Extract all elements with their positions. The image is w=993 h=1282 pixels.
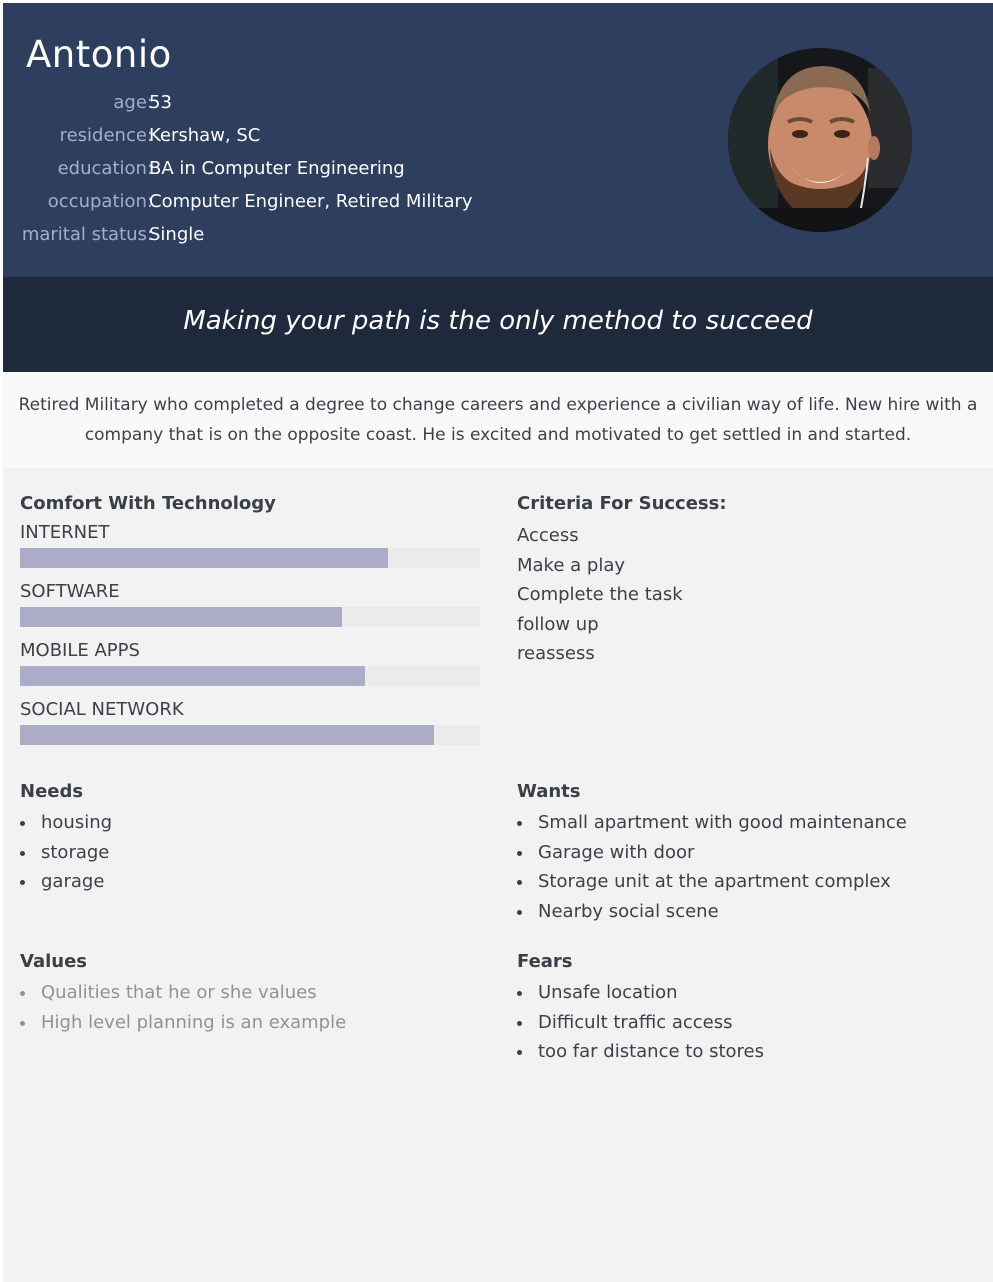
list-item: Complete the task xyxy=(517,584,683,605)
list-item-text: too far distance to stores xyxy=(538,1041,764,1062)
persona-name: Antonio xyxy=(26,33,172,76)
list-item: Qualities that he or she values xyxy=(20,978,346,1008)
avatar xyxy=(728,48,912,232)
criteria-list: Access Make a play Complete the task fol… xyxy=(517,521,683,669)
fact-label: marital status: xyxy=(21,224,153,245)
bullet-icon xyxy=(517,821,522,826)
list-item-text: Difficult traffic access xyxy=(538,1011,733,1033)
profile-photo-icon xyxy=(728,48,912,232)
values-list: Qualities that he or she values High lev… xyxy=(20,978,346,1037)
tech-label-mobile-apps: MOBILE APPS xyxy=(20,640,140,661)
list-item-text: Garage with door xyxy=(538,841,695,863)
bullet-icon xyxy=(517,909,522,915)
bio-section: Retired Military who completed a degree … xyxy=(3,372,993,468)
list-item: housing xyxy=(20,808,112,838)
list-item: follow up xyxy=(517,613,599,635)
tech-label-internet: INTERNET xyxy=(20,522,110,543)
wants-list: Small apartment with good maintenance Ga… xyxy=(517,808,907,926)
criteria-title: Criteria For Success: xyxy=(517,493,727,514)
bio-text: Retired Military who completed a degree … xyxy=(18,395,978,445)
persona-page: Antonio age: 53 residence: Kershaw, SC e… xyxy=(3,3,993,1282)
list-item: Storage unit at the apartment complex xyxy=(517,867,907,897)
needs-title: Needs xyxy=(20,781,84,802)
fact-age: age: 53 xyxy=(3,91,703,124)
fears-title: Fears xyxy=(517,951,573,972)
tech-bar-internet xyxy=(20,548,480,568)
list-item-text: High level planning is an example xyxy=(41,1011,347,1033)
tech-label-social-network: SOCIAL NETWORK xyxy=(20,699,184,720)
list-item: Difficult traffic access xyxy=(517,1008,764,1038)
persona-header: Antonio age: 53 residence: Kershaw, SC e… xyxy=(3,3,993,277)
tech-bar-fill xyxy=(20,725,434,745)
bullet-icon xyxy=(517,1020,522,1026)
list-item: Access xyxy=(517,525,579,546)
list-item: High level planning is an example xyxy=(20,1008,346,1038)
tech-bar-fill xyxy=(20,548,388,568)
list-item-text: housing xyxy=(41,812,113,833)
bullet-icon xyxy=(20,850,25,856)
list-item: Make a play xyxy=(517,554,625,576)
tech-bar-social-network xyxy=(20,725,480,745)
technology-title: Comfort With Technology xyxy=(20,493,276,514)
fact-label: occupation: xyxy=(47,191,153,212)
list-item-text: Small apartment with good maintenance xyxy=(538,812,907,833)
bullet-icon xyxy=(517,880,522,885)
tech-label-software: SOFTWARE xyxy=(20,581,120,602)
list-item-text: Qualities that he or she values xyxy=(41,982,317,1003)
list-item: Small apartment with good maintenance xyxy=(517,808,907,838)
bullet-icon xyxy=(20,1020,25,1026)
persona-facts: age: 53 residence: Kershaw, SC education… xyxy=(3,91,703,256)
bullet-icon xyxy=(517,991,522,996)
list-item: Unsafe location xyxy=(517,978,764,1008)
list-item-text: Storage unit at the apartment complex xyxy=(538,871,891,892)
fears-list: Unsafe location Difficult traffic access… xyxy=(517,978,764,1067)
list-item: Garage with door xyxy=(517,838,907,868)
quote-banner: Making your path is the only method to s… xyxy=(3,277,993,372)
needs-list: housing storage garage xyxy=(20,808,112,897)
wants-title: Wants xyxy=(517,781,581,802)
fact-label: age: xyxy=(113,92,153,113)
fact-value: Computer Engineer, Retired Military xyxy=(149,191,473,212)
list-item-text: Unsafe location xyxy=(538,982,678,1003)
fact-value: 53 xyxy=(149,92,172,113)
fact-marital-status: marital status: Single xyxy=(3,223,703,256)
list-item-text: garage xyxy=(41,871,105,892)
list-item: garage xyxy=(20,867,112,897)
tech-bar-software xyxy=(20,607,480,627)
fact-value: Single xyxy=(149,224,205,245)
fact-label: residence: xyxy=(59,125,153,146)
bullet-icon xyxy=(20,880,25,885)
fact-residence: residence: Kershaw, SC xyxy=(3,124,703,157)
list-item-text: Nearby social scene xyxy=(538,900,719,922)
list-item: Nearby social scene xyxy=(517,897,907,927)
list-item: reassess xyxy=(517,643,595,664)
bullet-icon xyxy=(517,850,522,856)
values-title: Values xyxy=(20,951,87,972)
bullet-icon xyxy=(517,1050,522,1055)
persona-quote: Making your path is the only method to s… xyxy=(183,306,813,336)
tech-bar-fill xyxy=(20,666,365,686)
fact-education: education: BA in Computer Engineering xyxy=(3,157,703,190)
fact-value: Kershaw, SC xyxy=(149,125,261,146)
fact-value: BA in Computer Engineering xyxy=(149,158,405,179)
tech-bar-mobile-apps xyxy=(20,666,480,686)
fact-label: education: xyxy=(57,158,153,179)
list-item-text: storage xyxy=(41,841,110,863)
list-item: storage xyxy=(20,838,112,868)
bullet-icon xyxy=(20,821,25,826)
list-item: too far distance to stores xyxy=(517,1037,764,1067)
fact-occupation: occupation: Computer Engineer, Retired M… xyxy=(3,190,703,223)
tech-bar-fill xyxy=(20,607,342,627)
bullet-icon xyxy=(20,991,25,996)
